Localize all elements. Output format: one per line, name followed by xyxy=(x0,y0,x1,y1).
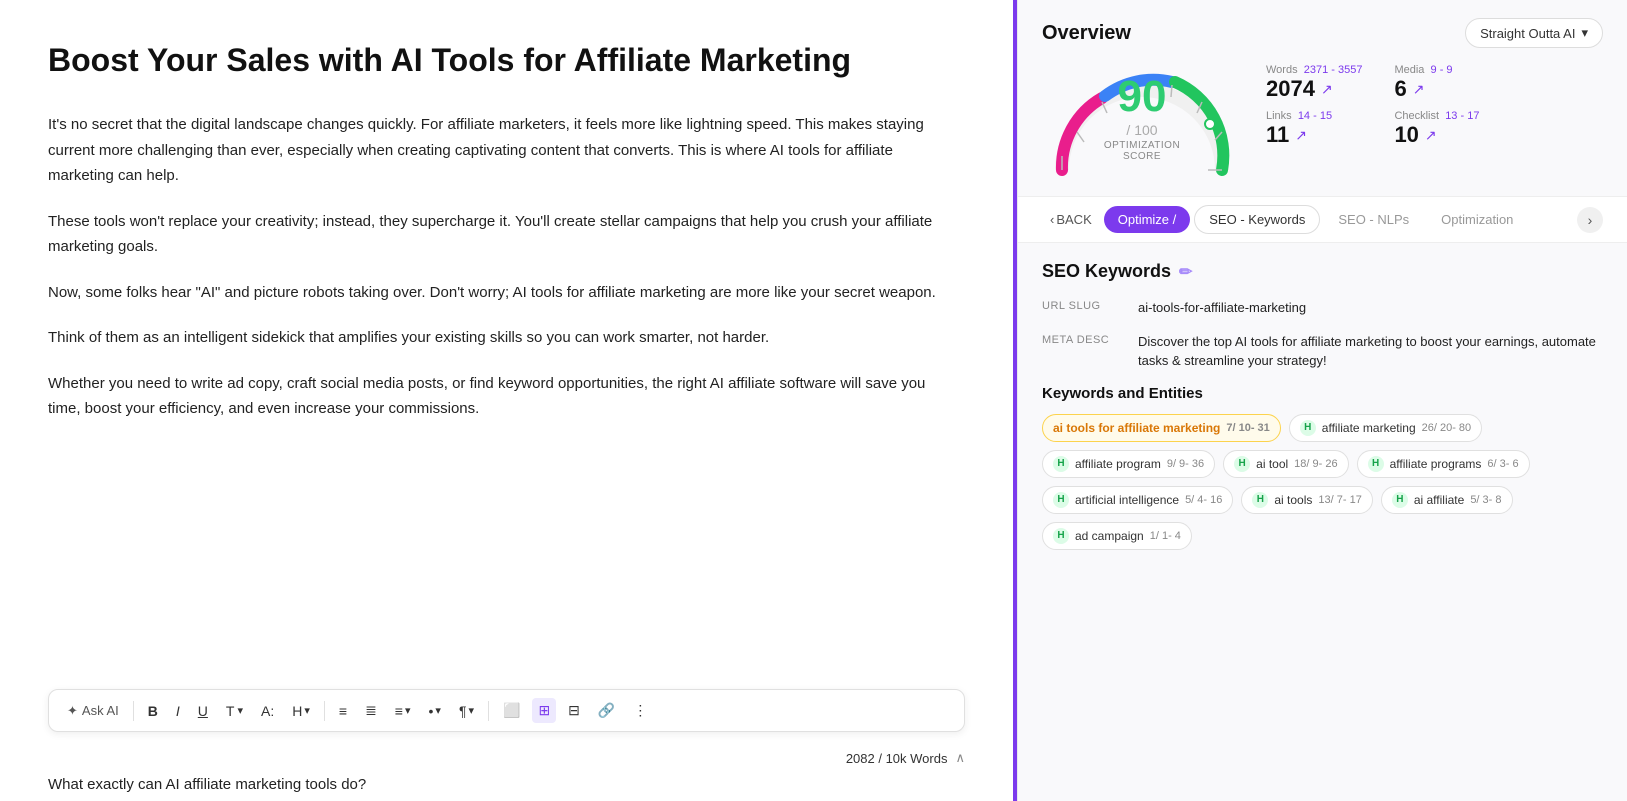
paragraph-button[interactable]: ¶ ▾ xyxy=(453,699,480,723)
chevron-down-icon: ▾ xyxy=(1581,25,1588,41)
collapse-icon[interactable]: ∧ xyxy=(955,750,965,766)
straight-outta-dropdown[interactable]: Straight Outta AI ▾ xyxy=(1465,18,1603,48)
score-section: 90 / 100 OPTIMIZATION SCORE Words 2371 -… xyxy=(1018,60,1627,196)
more-button[interactable]: ⋮ xyxy=(627,698,653,723)
strikethrough-button[interactable]: T ▾ xyxy=(220,699,249,723)
toolbar-divider-1 xyxy=(133,701,134,721)
seo-section-title: SEO Keywords ✏ xyxy=(1042,261,1603,282)
url-slug-row: URL SLUG ai-tools-for-affiliate-marketin… xyxy=(1042,298,1603,318)
keywords-grid: ai tools for affiliate marketing 7/ 10- … xyxy=(1042,414,1603,550)
add-block-button[interactable]: ⊞ xyxy=(532,698,556,723)
heading-button[interactable]: H ▾ xyxy=(286,699,316,723)
tab-seo-keywords[interactable]: SEO - Keywords xyxy=(1194,205,1320,234)
tab-optimize[interactable]: Optimize / xyxy=(1104,206,1191,233)
word-count: 2082 / 10k Words xyxy=(846,751,948,766)
sparkle-icon: ✦ xyxy=(67,703,78,719)
keyword-tag-2[interactable]: H affiliate program 9/ 9- 36 xyxy=(1042,450,1215,478)
align-left-button[interactable]: ≡ xyxy=(333,699,353,723)
left-panel: Boost Your Sales with AI Tools for Affil… xyxy=(0,0,1013,801)
keyword-tag-6[interactable]: H ai tools 13/ 7- 17 xyxy=(1241,486,1372,514)
keyword-tag-3[interactable]: H ai tool 18/ 9- 26 xyxy=(1223,450,1348,478)
paragraph-1: It's no secret that the digital landscap… xyxy=(48,112,957,189)
paragraph-5: Whether you need to write ad copy, craft… xyxy=(48,371,957,422)
align-center-button[interactable]: ≣ xyxy=(359,698,383,723)
last-paragraph: What exactly can AI affiliate marketing … xyxy=(48,776,965,801)
paragraph-3: Now, some folks hear "AI" and picture ro… xyxy=(48,280,957,306)
ask-ai-label: Ask AI xyxy=(82,703,119,718)
bold-button[interactable]: B xyxy=(142,699,164,723)
meta-desc-row: META DESC Discover the top AI tools for … xyxy=(1042,332,1603,371)
link-button[interactable]: 🔗 xyxy=(592,698,621,723)
back-tab[interactable]: ‹ BACK xyxy=(1042,208,1100,231)
paragraph-2: These tools won't replace your creativit… xyxy=(48,209,957,260)
unordered-list-button[interactable]: • ▾ xyxy=(423,699,447,723)
dropdown-label: Straight Outta AI xyxy=(1480,26,1575,41)
toolbar-divider-2 xyxy=(324,701,325,721)
gauge-chart: 90 / 100 OPTIMIZATION SCORE xyxy=(1042,60,1242,180)
score-stats: Words 2371 - 3557 2074 ↗ Media 9 - 9 6 ↗ xyxy=(1266,60,1491,148)
font-size-button[interactable]: A: xyxy=(255,699,280,723)
overview-title: Overview xyxy=(1042,22,1131,45)
words-stat: Words 2371 - 3557 2074 ↗ xyxy=(1266,64,1362,102)
columns-button[interactable]: ⊟ xyxy=(562,698,586,723)
keyword-tag-7[interactable]: H ai affiliate 5/ 3- 8 xyxy=(1381,486,1513,514)
word-count-bar: 2082 / 10k Words ∧ xyxy=(48,744,965,776)
keyword-tag-1[interactable]: H affiliate marketing 26/ 20- 80 xyxy=(1289,414,1482,442)
image-button[interactable]: ⬜ xyxy=(497,698,526,723)
checklist-stat: Checklist 13 - 17 10 ↗ xyxy=(1394,110,1490,148)
formatting-toolbar: ✦ Ask AI B I U T ▾ A: H ▾ ≡ ≣ ≡ ▾ • ▾ ¶ … xyxy=(48,689,965,732)
seo-keywords-section: SEO Keywords ✏ URL SLUG ai-tools-for-aff… xyxy=(1018,243,1627,568)
right-panel: Overview Straight Outta AI ▾ xyxy=(1017,0,1627,801)
paragraph-4: Think of them as an intelligent sidekick… xyxy=(48,325,957,351)
ordered-list-button[interactable]: ≡ ▾ xyxy=(389,699,417,723)
tabs-section: ‹ BACK Optimize / SEO - Keywords SEO - N… xyxy=(1018,196,1627,243)
article-body: It's no secret that the digital landscap… xyxy=(48,112,965,681)
keywords-and-entities-title: Keywords and Entities xyxy=(1042,385,1603,402)
keyword-tag-5[interactable]: H artificial intelligence 5/ 4- 16 xyxy=(1042,486,1233,514)
overview-header: Overview Straight Outta AI ▾ xyxy=(1018,0,1627,60)
article-title: Boost Your Sales with AI Tools for Affil… xyxy=(48,40,965,80)
toolbar-divider-3 xyxy=(488,701,489,721)
chevron-left-icon: ‹ xyxy=(1050,212,1054,227)
ask-ai-button[interactable]: ✦ Ask AI xyxy=(61,699,125,723)
edit-icon[interactable]: ✏ xyxy=(1179,262,1192,282)
tab-next-button[interactable]: › xyxy=(1577,207,1603,233)
tab-optimization[interactable]: Optimization xyxy=(1427,206,1527,233)
links-stat: Links 14 - 15 11 ↗ xyxy=(1266,110,1362,148)
keyword-tag-primary[interactable]: ai tools for affiliate marketing 7/ 10- … xyxy=(1042,414,1281,442)
optimization-score: 90 / 100 OPTIMIZATION SCORE xyxy=(1092,72,1192,162)
tab-seo-nlps[interactable]: SEO - NLPs xyxy=(1324,206,1423,233)
media-stat: Media 9 - 9 6 ↗ xyxy=(1394,64,1490,102)
italic-button[interactable]: I xyxy=(170,699,186,723)
underline-button[interactable]: U xyxy=(192,699,214,723)
keyword-tag-4[interactable]: H affiliate programs 6/ 3- 6 xyxy=(1357,450,1530,478)
keyword-tag-8[interactable]: H ad campaign 1/ 1- 4 xyxy=(1042,522,1192,550)
